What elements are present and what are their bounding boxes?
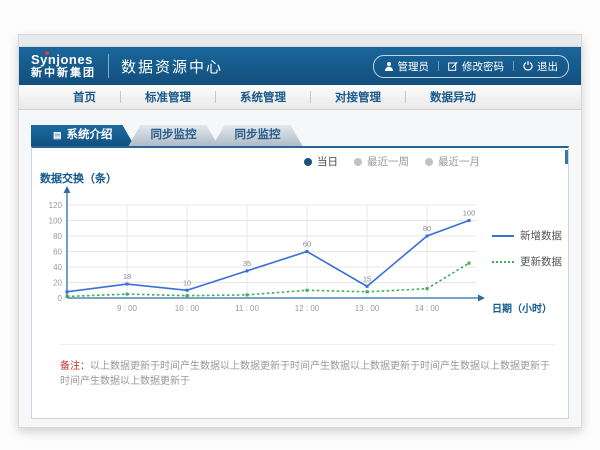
nav-item-interface-mgmt[interactable]: 对接管理 [311,89,405,105]
series-0-marker [468,219,471,222]
point-label: 100 [463,209,476,218]
point-label: 10 [183,278,191,287]
x-axis-arrow-icon [478,295,485,302]
x-tick-label: 13 : 00 [355,304,380,313]
dotted-line-swatch-icon [492,261,514,263]
user-menu-separator [513,61,514,71]
nav-item-system-mgmt[interactable]: 系统管理 [216,89,310,105]
tab-label: 系统介绍 [67,129,113,141]
tab-label: 同步监控 [151,129,197,141]
series-1-marker [366,290,369,293]
footnote-text: 以上数据更新于时间产生数据以上数据更新于时间产生数据以上数据更新于时间产生数据以… [60,361,550,387]
footnote: 备注：以上数据更新于时间产生数据以上数据更新于时间产生数据以上数据更新于时间产生… [60,344,554,389]
x-tick-label: 10 : 00 [175,304,200,313]
y-tick-label: 80 [53,232,62,241]
y-axis-title: 数据交换（条） [40,170,117,186]
edit-icon [448,61,458,71]
series-1-marker [306,289,309,292]
x-tick-label: 12 : 00 [295,304,320,313]
x-tick-label: 11 : 00 [235,304,259,313]
y-tick-label: 120 [49,201,63,210]
series-0-marker [66,290,69,293]
logo-chinese: 新中新集团 [31,68,96,79]
series-1-marker [426,287,429,290]
logout-label: 退出 [537,59,558,74]
radio-dot-icon [425,158,433,166]
page-title: 数据资源中心 [121,56,223,77]
company-logo: Synjones 新中新集团 [31,53,96,79]
y-tick-label: 60 [53,248,62,257]
tab-label: 同步监控 [235,129,281,141]
solid-line-swatch-icon [492,235,514,237]
radio-today[interactable]: 当日 [304,154,338,169]
x-tick-label: 9 : 00 [117,304,138,313]
admin-button[interactable]: 管理员 [384,59,430,74]
series-0-marker [186,289,189,292]
radio-dot-icon [304,158,312,166]
nav-item-home[interactable]: 首页 [49,89,120,105]
user-menu-separator [438,61,439,71]
header-divider [108,54,109,78]
chart-legend: 新增数据 更新数据 [492,228,562,269]
scrollbar-thumb[interactable] [565,150,568,164]
series-1-marker [468,262,471,265]
change-password-button[interactable]: 修改密码 [448,59,504,74]
series-0-marker [126,283,129,286]
tab-bar: ▤ 系统介绍 同步监控 同步监控 [31,125,303,146]
point-label: 35 [243,259,251,268]
legend-item-update-data[interactable]: 更新数据 [492,254,562,269]
series-1-marker [66,295,69,298]
app-window: Synjones 新中新集团 数据资源中心 管理员 修改密码 [18,34,582,428]
series-0-marker [306,250,309,253]
radio-dot-icon [354,158,362,166]
radio-last-month[interactable]: 最近一月 [425,154,480,169]
content-area: ▤ 系统介绍 同步监控 同步监控 当日 最近一周 [19,111,581,427]
legend-label: 更新数据 [520,254,562,269]
nav-item-standard-mgmt[interactable]: 标准管理 [121,89,215,105]
y-tick-label: 40 [53,263,62,272]
point-label: 18 [123,272,131,281]
document-icon: ▤ [53,130,62,140]
series-1-marker [186,294,189,297]
point-label: 60 [303,240,311,249]
y-tick-label: 20 [53,279,62,288]
app-header: Synjones 新中新集团 数据资源中心 管理员 修改密码 [19,47,581,85]
window-top-strip [19,35,581,47]
legend-item-new-data[interactable]: 新增数据 [492,228,562,243]
user-icon [384,61,394,71]
point-label: 15 [363,274,371,283]
point-label: 80 [423,224,431,233]
series-1-marker [126,293,129,296]
footnote-prefix: 备注： [60,361,90,372]
change-password-label: 修改密码 [462,59,504,74]
logout-button[interactable]: 退出 [523,59,558,74]
logo-english: Synjones [31,53,96,66]
user-menu: 管理员 修改密码 退出 [373,55,570,78]
radio-last-week[interactable]: 最近一周 [354,154,409,169]
range-filter-group: 当日 最近一周 最近一月 [304,154,480,169]
y-tick-label: 0 [58,294,63,303]
legend-label: 新增数据 [520,228,562,243]
tab-system-intro[interactable]: ▤ 系统介绍 [31,125,135,146]
radio-label: 最近一周 [367,154,409,169]
logo-red-dot-icon [45,51,49,55]
tab-sync-monitor-1[interactable]: 同步监控 [129,125,219,146]
radio-label: 最近一月 [438,154,480,169]
y-axis-arrow-icon [64,186,71,193]
main-nav: 首页 标准管理 系统管理 对接管理 数据异动 [19,85,581,110]
series-0-marker [426,235,429,238]
line-chart: 0 20 40 60 80 100 120 9 : 00 10 : 00 11 : 00 12 : … [32,186,572,336]
chart-panel: 当日 最近一周 最近一月 数据交换（条） 0 20 40 60 80 100 120 9 : … [31,146,569,419]
nav-item-data-change[interactable]: 数据异动 [406,89,500,105]
power-icon [523,61,533,71]
x-tick-label: 14 : 00 [415,304,440,313]
series-0-marker [246,269,249,272]
series-0-marker [366,285,369,288]
radio-label: 当日 [317,154,338,169]
admin-label: 管理员 [398,59,430,74]
series-1-marker [246,293,249,296]
tab-sync-monitor-2[interactable]: 同步监控 [213,125,303,146]
y-tick-label: 100 [49,217,63,226]
x-axis-title: 日期（小时） [492,302,552,315]
